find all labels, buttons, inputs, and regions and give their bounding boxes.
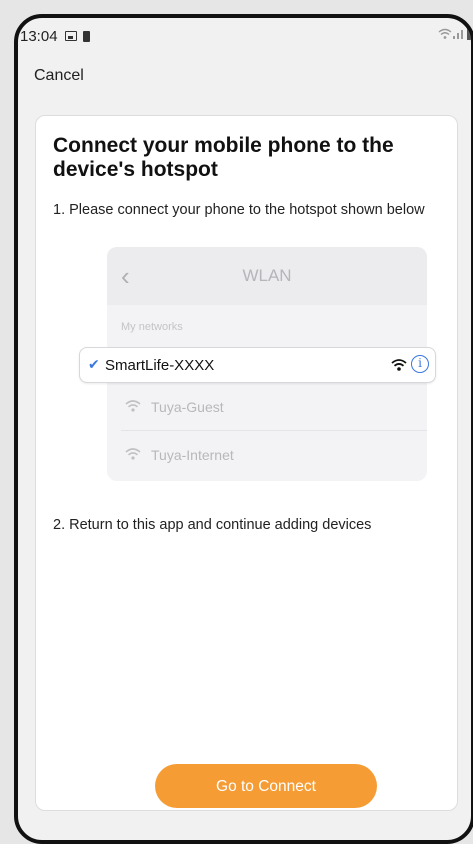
cell-signal-icon — [453, 30, 463, 39]
status-right-icons — [438, 28, 471, 40]
hotspot-card: Connect your mobile phone to the device'… — [35, 115, 458, 811]
wlan-illustration: ‹ WLAN My networks ✔ SmartLife-XXXX i Tu… — [79, 247, 436, 481]
network-label: Tuya-Internet — [151, 447, 234, 463]
page-title: Connect your mobile phone to the device'… — [53, 134, 394, 181]
phone-frame: 13:04 Cancel Connect your mobile phone t… — [14, 14, 473, 844]
wlan-header: ‹ WLAN — [107, 247, 427, 305]
selected-network-row: ✔ SmartLife-XXXX i — [79, 347, 436, 383]
selected-network-label: SmartLife-XXXX — [105, 357, 215, 374]
section-label: My networks — [121, 321, 183, 333]
network-row: Tuya-Guest — [121, 387, 421, 427]
network-label: Tuya-Guest — [151, 399, 224, 415]
divider — [121, 430, 427, 431]
battery-edge-icon — [467, 28, 471, 40]
wlan-title: WLAN — [242, 266, 292, 285]
step-1-text: 1. Please connect your phone to the hots… — [53, 202, 425, 218]
cancel-button[interactable]: Cancel — [34, 67, 84, 85]
wifi-icon — [125, 400, 141, 412]
go-to-connect-button[interactable]: Go to Connect — [155, 764, 377, 808]
check-icon: ✔ — [88, 356, 100, 372]
step-2-text: 2. Return to this app and continue addin… — [53, 517, 372, 533]
wifi-signal-icon — [438, 28, 452, 39]
wifi-icon — [125, 448, 141, 460]
status-time: 13:04 — [20, 27, 58, 45]
wifi-icon — [391, 359, 407, 371]
network-row: Tuya-Internet — [121, 435, 421, 475]
image-icon — [64, 31, 77, 41]
battery-icon — [82, 30, 90, 42]
info-icon: i — [411, 355, 429, 373]
status-bar: 13:04 — [18, 18, 471, 54]
